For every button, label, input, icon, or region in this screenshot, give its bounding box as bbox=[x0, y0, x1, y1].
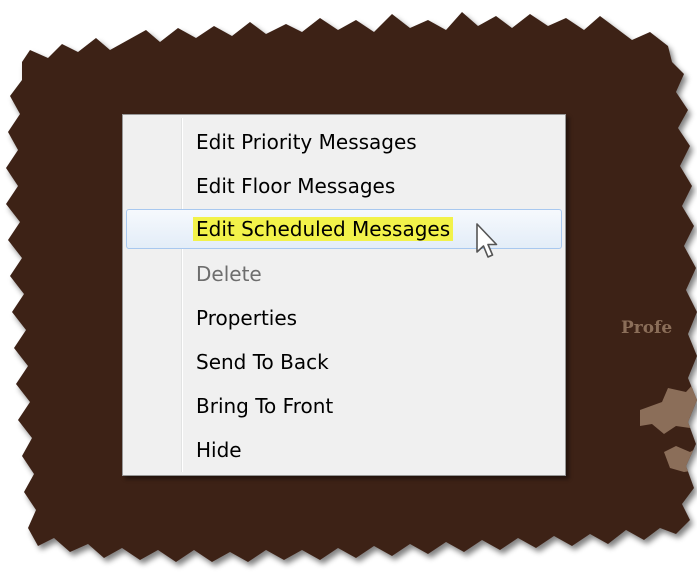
menu-item-edit-floor-messages[interactable]: Edit Floor Messages bbox=[126, 166, 562, 206]
menu-item-label: Hide bbox=[196, 438, 242, 462]
menu-item-edit-priority-messages[interactable]: Edit Priority Messages bbox=[126, 122, 562, 162]
arrow-cursor-icon bbox=[476, 223, 498, 258]
background-partial-text: Profe bbox=[621, 318, 673, 338]
menu-item-properties[interactable]: Properties bbox=[126, 298, 562, 338]
menu-item-label: Edit Priority Messages bbox=[196, 130, 417, 154]
menu-item-label: Send To Back bbox=[196, 350, 329, 374]
menu-item-hide[interactable]: Hide bbox=[126, 430, 562, 470]
menu-item-label: Delete bbox=[196, 262, 262, 286]
menu-item-bring-to-front[interactable]: Bring To Front bbox=[126, 386, 562, 426]
context-menu: Edit Priority Messages Edit Floor Messag… bbox=[122, 114, 566, 476]
menu-item-label: Edit Floor Messages bbox=[196, 174, 396, 198]
menu-item-label: Properties bbox=[196, 306, 298, 330]
menu-item-label: Bring To Front bbox=[196, 394, 334, 418]
menu-item-label: Edit Scheduled Messages bbox=[193, 217, 454, 241]
menu-item-send-to-back[interactable]: Send To Back bbox=[126, 342, 562, 382]
